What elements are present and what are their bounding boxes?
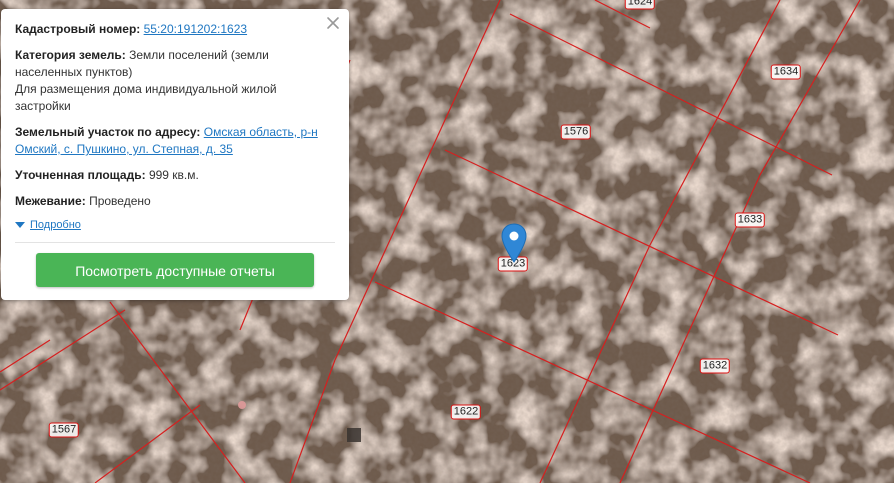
land-category-row: Категория земель: Земли поселений (земли… (15, 47, 335, 115)
details-toggle[interactable]: Подробно (15, 219, 335, 231)
area-value: 999 кв.м. (148, 168, 199, 182)
close-icon[interactable] (325, 15, 341, 31)
land-category-label: Категория земель: (15, 48, 126, 62)
survey-value: Проведено (89, 194, 151, 208)
parcel-label[interactable]: 1624 (624, 0, 656, 10)
view-reports-button[interactable]: Посмотреть доступные отчеты (36, 253, 314, 287)
parcel-label[interactable]: 1576 (560, 124, 592, 140)
divider (15, 242, 335, 243)
address-label: Земельный участок по адресу: (15, 125, 201, 139)
parcel-label[interactable]: 1567 (48, 422, 80, 438)
parcel-label[interactable]: 1634 (770, 64, 802, 80)
parcel-label[interactable]: 1622 (450, 404, 482, 420)
parcel-label[interactable]: 1633 (734, 212, 766, 228)
survey-label: Межевание: (15, 194, 86, 208)
details-link[interactable]: Подробно (30, 219, 81, 231)
triangle-down-icon (15, 222, 25, 228)
parcel-info-popup: Кадастровый номер: 55:20:191202:1623 Кат… (1, 9, 349, 300)
survey-row: Межевание: Проведено (15, 193, 335, 210)
land-usage-value: Для размещения дома индивидуальной жилой… (15, 82, 277, 113)
address-row: Земельный участок по адресу: Омская обла… (15, 124, 335, 158)
cadastral-number-label: Кадастровый номер: (15, 22, 141, 36)
area-row: Уточненная площадь: 999 кв.м. (15, 167, 335, 184)
map-pin-icon[interactable] (500, 223, 528, 263)
cadastral-number-row: Кадастровый номер: 55:20:191202:1623 (15, 21, 335, 38)
cadastral-number-link[interactable]: 55:20:191202:1623 (144, 22, 247, 36)
parcel-label[interactable]: 1632 (699, 358, 731, 374)
area-label: Уточненная площадь: (15, 168, 146, 182)
